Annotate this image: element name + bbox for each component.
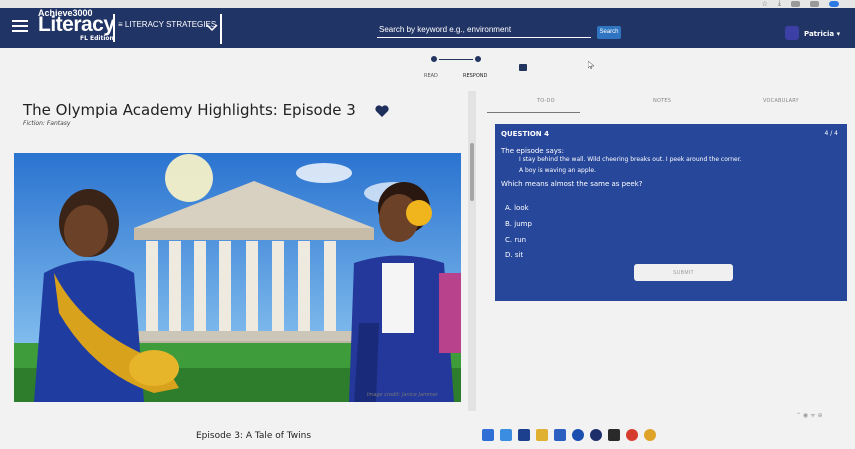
tab-notes[interactable]: NOTES xyxy=(653,98,671,104)
answer-option-b[interactable]: B. jump xyxy=(505,220,532,228)
question-intro: The episode says: xyxy=(501,147,564,155)
download-icon[interactable]: ⤓ xyxy=(778,0,781,8)
divider xyxy=(113,14,115,42)
answer-option-a[interactable]: A. look xyxy=(505,204,529,212)
step-indicator: READ RESPOND xyxy=(420,52,530,82)
taskbar-app-icon[interactable] xyxy=(500,429,512,441)
tab-todo[interactable]: TO-DO xyxy=(537,98,555,104)
question-quote-line1: I stay behind the wall. Wild cheering br… xyxy=(519,156,742,163)
step-respond-label: RESPOND xyxy=(463,73,488,79)
chrome-icon[interactable] xyxy=(626,429,638,441)
taskbar-app-icon[interactable] xyxy=(536,429,548,441)
search-input[interactable]: Search by keyword e.g., environment xyxy=(379,25,511,34)
question-heading: QUESTION 4 xyxy=(501,130,549,138)
help-icon[interactable] xyxy=(572,429,584,441)
taskbar-app-icon[interactable] xyxy=(554,429,566,441)
taskbar-app-icon[interactable] xyxy=(608,429,620,441)
story-scrollbar[interactable] xyxy=(468,91,476,411)
submit-button[interactable]: SUBMIT xyxy=(634,264,733,281)
brand-edition: FL Edition xyxy=(80,35,114,42)
story-title: The Olympia Academy Highlights: Episode … xyxy=(23,101,356,119)
taskbar-app-icon[interactable] xyxy=(590,429,602,441)
step-read-dot[interactable] xyxy=(431,56,437,62)
image-credit: Image credit: Janice Jammer xyxy=(367,392,438,398)
story-illustration xyxy=(14,153,461,402)
step-respond-dot[interactable] xyxy=(475,56,481,62)
question-quote-line2: A boy is waving an apple. xyxy=(519,167,596,174)
question-count: 4 / 4 xyxy=(824,130,838,137)
mouse-cursor-icon xyxy=(588,61,594,69)
tab-todo-underline xyxy=(487,112,580,113)
taskbar-app-icon[interactable] xyxy=(644,429,656,441)
heart-icon[interactable] xyxy=(374,104,390,118)
side-tabs: TO-DO NOTES VOCABULARY xyxy=(475,98,855,118)
question-panel: QUESTION 4 4 / 4 The episode says: I sta… xyxy=(495,124,847,301)
taskbar xyxy=(478,423,688,445)
answer-option-c[interactable]: C. run xyxy=(505,236,526,244)
browser-toolbar: ☆ ⤓ xyxy=(0,0,855,8)
hamburger-menu-icon[interactable] xyxy=(12,20,28,35)
chapter-title: Episode 3: A Tale of Twins xyxy=(196,431,312,441)
system-tray: ⌃ ◉ ᯤ ⊕ xyxy=(796,412,823,419)
dropdown-chevron-icon[interactable] xyxy=(206,22,219,32)
extension-icon[interactable] xyxy=(791,0,800,7)
step-connector xyxy=(439,59,473,60)
avatar[interactable] xyxy=(785,26,799,40)
question-prompt: Which means almost the same as peek? xyxy=(501,180,643,188)
print-icon[interactable] xyxy=(519,64,527,71)
answer-option-d[interactable]: D. sit xyxy=(505,251,523,259)
brand-logo[interactable]: Literacy xyxy=(38,13,115,37)
user-menu[interactable]: Patricia ▾ xyxy=(804,30,840,38)
search-button[interactable]: Search xyxy=(597,26,621,39)
taskbar-app-icon[interactable] xyxy=(518,429,530,441)
scrollbar-thumb[interactable] xyxy=(470,143,474,201)
extension-icon[interactable] xyxy=(810,0,819,7)
profile-icon[interactable] xyxy=(829,0,839,7)
step-read-label: READ xyxy=(424,73,438,79)
star-icon[interactable]: ☆ xyxy=(762,0,768,8)
browser-extensions: ☆ ⤓ xyxy=(762,0,839,8)
story-genre: Fiction: Fantasy xyxy=(23,120,71,127)
literacy-strategies-menu[interactable]: ≡ LITERACY STRATEGIES xyxy=(118,20,216,29)
tab-vocabulary[interactable]: VOCABULARY xyxy=(763,98,799,104)
divider xyxy=(220,14,222,44)
taskbar-app-icon[interactable] xyxy=(482,429,494,441)
search-underline xyxy=(377,37,591,38)
top-nav: Achieve3000 Literacy FL Edition ≡ LITERA… xyxy=(0,8,855,48)
